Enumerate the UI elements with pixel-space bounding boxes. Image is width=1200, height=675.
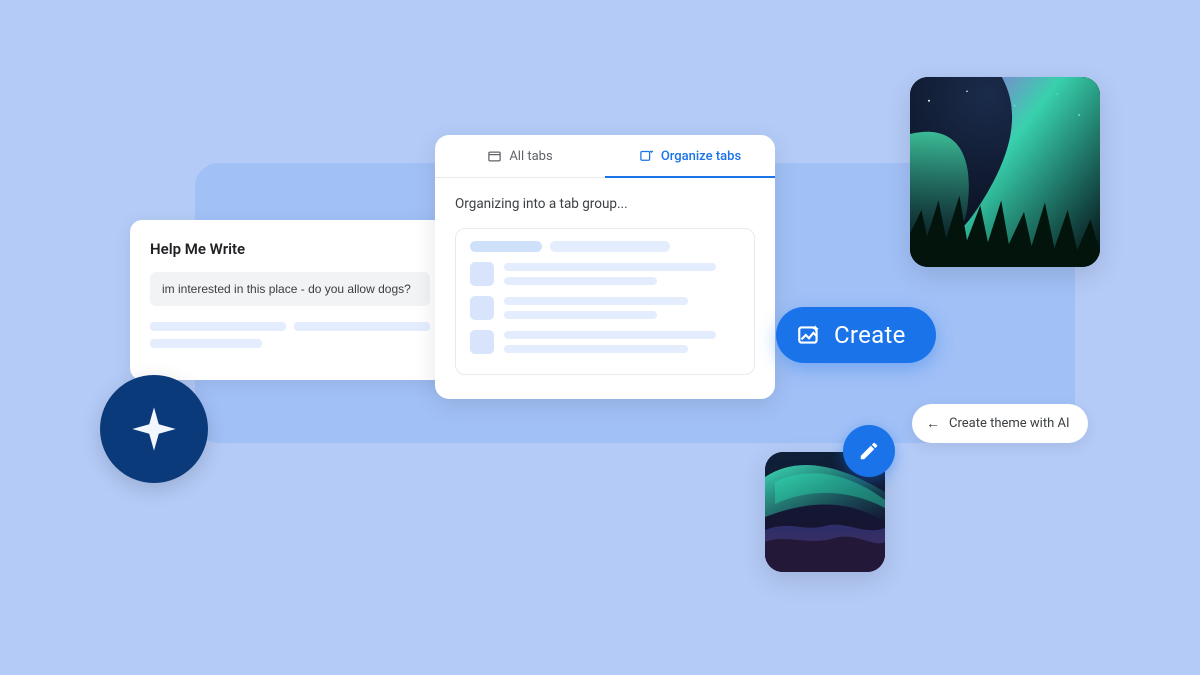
list-item — [470, 262, 740, 286]
group-header — [470, 241, 740, 252]
tab-all-tabs[interactable]: All tabs — [435, 135, 605, 177]
skeleton-line — [150, 322, 286, 331]
skeleton-line — [504, 297, 688, 305]
image-sparkle-icon — [796, 322, 822, 348]
favicon-placeholder — [470, 262, 494, 286]
skeleton-line — [470, 241, 542, 252]
favicon-placeholder — [470, 296, 494, 320]
list-item — [470, 330, 740, 354]
create-theme-chip[interactable]: ← Create theme with AI — [912, 404, 1088, 443]
skeleton-line — [504, 331, 716, 339]
tab-label: Organize tabs — [661, 149, 741, 164]
skeleton-line — [294, 322, 430, 331]
skeleton-line — [504, 345, 688, 353]
organize-icon — [639, 149, 654, 164]
tab-group-preview — [455, 228, 755, 375]
tabs-body: Organizing into a tab group... — [435, 178, 775, 399]
help-me-write-title: Help Me Write — [150, 240, 430, 258]
theme-image-large — [910, 77, 1100, 267]
organize-status: Organizing into a tab group... — [455, 196, 755, 212]
create-theme-label: Create theme with AI — [949, 416, 1070, 431]
edit-theme-button[interactable] — [843, 425, 895, 477]
skeleton-line — [504, 311, 657, 319]
skeleton-line — [504, 263, 716, 271]
arrow-left-icon: ← — [926, 415, 940, 432]
favicon-placeholder — [470, 330, 494, 354]
skeleton-row — [150, 322, 430, 331]
create-button[interactable]: Create — [776, 307, 936, 363]
tab-label: All tabs — [509, 149, 552, 164]
sparkle-icon — [128, 403, 180, 455]
help-me-write-input[interactable] — [150, 272, 430, 306]
list-item — [470, 296, 740, 320]
skeleton-line — [550, 241, 670, 252]
help-me-write-card: Help Me Write — [130, 220, 450, 380]
pencil-icon — [858, 440, 880, 462]
tab-bar: All tabs Organize tabs — [435, 135, 775, 178]
skeleton-line — [150, 339, 262, 348]
tab-organize-tabs[interactable]: Organize tabs — [605, 135, 775, 177]
tab-icon — [487, 149, 502, 164]
create-button-label: Create — [834, 321, 906, 349]
skeleton-row — [150, 339, 430, 348]
skeleton-line — [504, 277, 657, 285]
tab-organizer-card: All tabs Organize tabs Organizing into a… — [435, 135, 775, 399]
ai-sparkle-badge — [100, 375, 208, 483]
